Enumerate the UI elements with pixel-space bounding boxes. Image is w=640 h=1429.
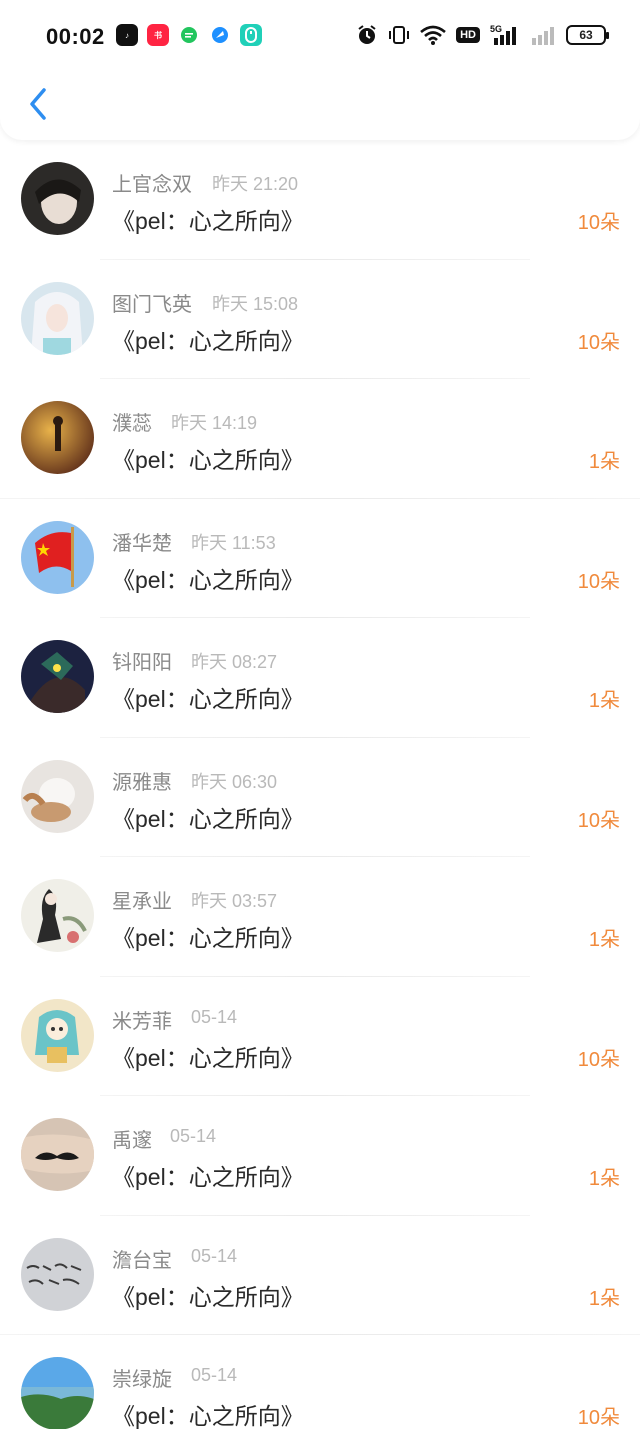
timestamp: 05-14 — [191, 1245, 238, 1266]
sender-name: 禹邃 — [112, 1130, 152, 1152]
work-title: 《pel：心之所向》 — [112, 208, 304, 234]
list-item[interactable]: 潘华楚 昨天 11:53 《pel：心之所向》 10朵 — [0, 499, 640, 618]
notification-app-icons: ♪ 书 — [116, 24, 262, 46]
flower-amount: 1朵 — [588, 1168, 620, 1190]
list-item[interactable]: 濮蕊 昨天 14:19 《pel：心之所向》 1朵 — [0, 379, 640, 499]
avatar — [21, 281, 94, 355]
work-title: 《pel：心之所向》 — [112, 1403, 304, 1429]
avatar — [21, 1357, 94, 1429]
timestamp: 昨天 06:30 — [191, 771, 278, 792]
avatar — [21, 1237, 94, 1311]
timestamp: 05-14 — [170, 1126, 217, 1146]
top-bar: 00:02 ♪ 书 HD 5G 63 — [0, 0, 640, 140]
feather-app-icon — [209, 24, 231, 46]
timestamp: 昨天 08:27 — [191, 652, 278, 672]
back-button[interactable] — [18, 84, 58, 124]
list-item[interactable]: 崇绿旋 05-14 《pel：心之所向》 10朵 — [0, 1335, 640, 1429]
chevron-left-icon — [30, 88, 46, 120]
avatar — [21, 640, 94, 713]
avatar — [21, 401, 94, 474]
flower-amount: 1朵 — [588, 929, 620, 951]
avatar — [21, 879, 94, 952]
list-item[interactable]: 米芳菲 05-14 《pel：心之所向》 10朵 — [0, 977, 640, 1096]
sender-name: 濮蕊 — [112, 413, 152, 435]
timestamp: 昨天 21:20 — [212, 174, 299, 194]
timestamp: 昨天 14:19 — [171, 413, 258, 433]
timestamp: 05-14 — [191, 1006, 238, 1027]
xiaohongshu-icon: 书 — [147, 24, 169, 46]
work-title: 《pel：心之所向》 — [112, 925, 304, 951]
signal-secondary-icon — [530, 24, 556, 46]
timestamp: 昨天 15:08 — [212, 293, 299, 314]
list-item[interactable]: 星承业 昨天 03:57 《pel：心之所向》 1朵 — [0, 857, 640, 977]
sender-name: 图门飞英 — [112, 293, 192, 316]
mouse-app-icon — [240, 24, 262, 46]
message-bubble-icon — [178, 24, 200, 46]
status-time: 00:02 — [46, 24, 105, 49]
work-title: 《pel：心之所向》 — [112, 805, 304, 832]
sender-name: 崇绿旋 — [112, 1369, 172, 1391]
wifi-icon — [420, 24, 446, 46]
list-item[interactable]: 源雅惠 昨天 06:30 《pel：心之所向》 10朵 — [0, 738, 640, 857]
work-title: 《pel：心之所向》 — [112, 1044, 304, 1071]
list-item[interactable]: 图门飞英 昨天 15:08 《pel：心之所向》 10朵 — [0, 260, 640, 379]
avatar — [21, 162, 94, 235]
sender-name: 钭阳阳 — [112, 652, 172, 674]
work-title: 《pel：心之所向》 — [112, 1164, 304, 1190]
sender-name: 米芳菲 — [112, 1010, 172, 1033]
sender-name: 源雅惠 — [112, 771, 172, 794]
flower-amount: 10朵 — [577, 1048, 620, 1071]
work-title: 《pel：心之所向》 — [112, 686, 304, 712]
sender-name: 星承业 — [112, 891, 172, 913]
timestamp: 05-14 — [191, 1365, 238, 1385]
flower-amount: 10朵 — [577, 331, 620, 354]
battery-indicator: 63 — [566, 25, 609, 45]
list-item[interactable]: 钭阳阳 昨天 08:27 《pel：心之所向》 1朵 — [0, 618, 640, 738]
flower-amount: 1朵 — [588, 1287, 620, 1310]
flower-amount: 10朵 — [577, 809, 620, 832]
signal-5g-icon: 5G — [490, 24, 520, 46]
flower-amount: 1朵 — [588, 690, 620, 712]
hd-icon: HD — [456, 24, 480, 46]
list-item[interactable]: 禹邃 05-14 《pel：心之所向》 1朵 — [0, 1096, 640, 1216]
list-item[interactable]: 上官念双 昨天 21:20 《pel：心之所向》 10朵 — [0, 140, 640, 260]
alarm-icon — [356, 24, 378, 46]
work-title: 《pel：心之所向》 — [112, 566, 304, 593]
list-item[interactable]: 澹台宝 05-14 《pel：心之所向》 1朵 — [0, 1216, 640, 1335]
flower-amount: 10朵 — [577, 1407, 620, 1429]
system-status-icons: HD 5G 63 — [356, 24, 609, 46]
avatar — [21, 998, 94, 1072]
tiktok-icon: ♪ — [116, 24, 138, 46]
flower-amount: 10朵 — [577, 212, 620, 234]
sender-name: 上官念双 — [112, 174, 192, 196]
gift-record-list: 上官念双 昨天 21:20 《pel：心之所向》 10朵 图门飞英 昨天 15:… — [0, 140, 640, 1429]
vibrate-icon — [388, 24, 410, 46]
status-bar: 00:02 ♪ 书 HD 5G 63 — [0, 0, 640, 72]
timestamp: 昨天 11:53 — [191, 532, 276, 553]
flower-amount: 10朵 — [577, 570, 620, 593]
avatar — [21, 759, 94, 833]
flower-amount: 1朵 — [588, 451, 620, 473]
sender-name: 澹台宝 — [112, 1249, 172, 1272]
work-title: 《pel：心之所向》 — [112, 327, 304, 354]
work-title: 《pel：心之所向》 — [112, 447, 304, 473]
sender-name: 潘华楚 — [112, 532, 172, 555]
work-title: 《pel：心之所向》 — [112, 1283, 304, 1310]
avatar — [21, 1118, 94, 1191]
timestamp: 昨天 03:57 — [191, 891, 278, 911]
svg-text:5G: 5G — [490, 24, 502, 34]
avatar — [21, 520, 94, 594]
